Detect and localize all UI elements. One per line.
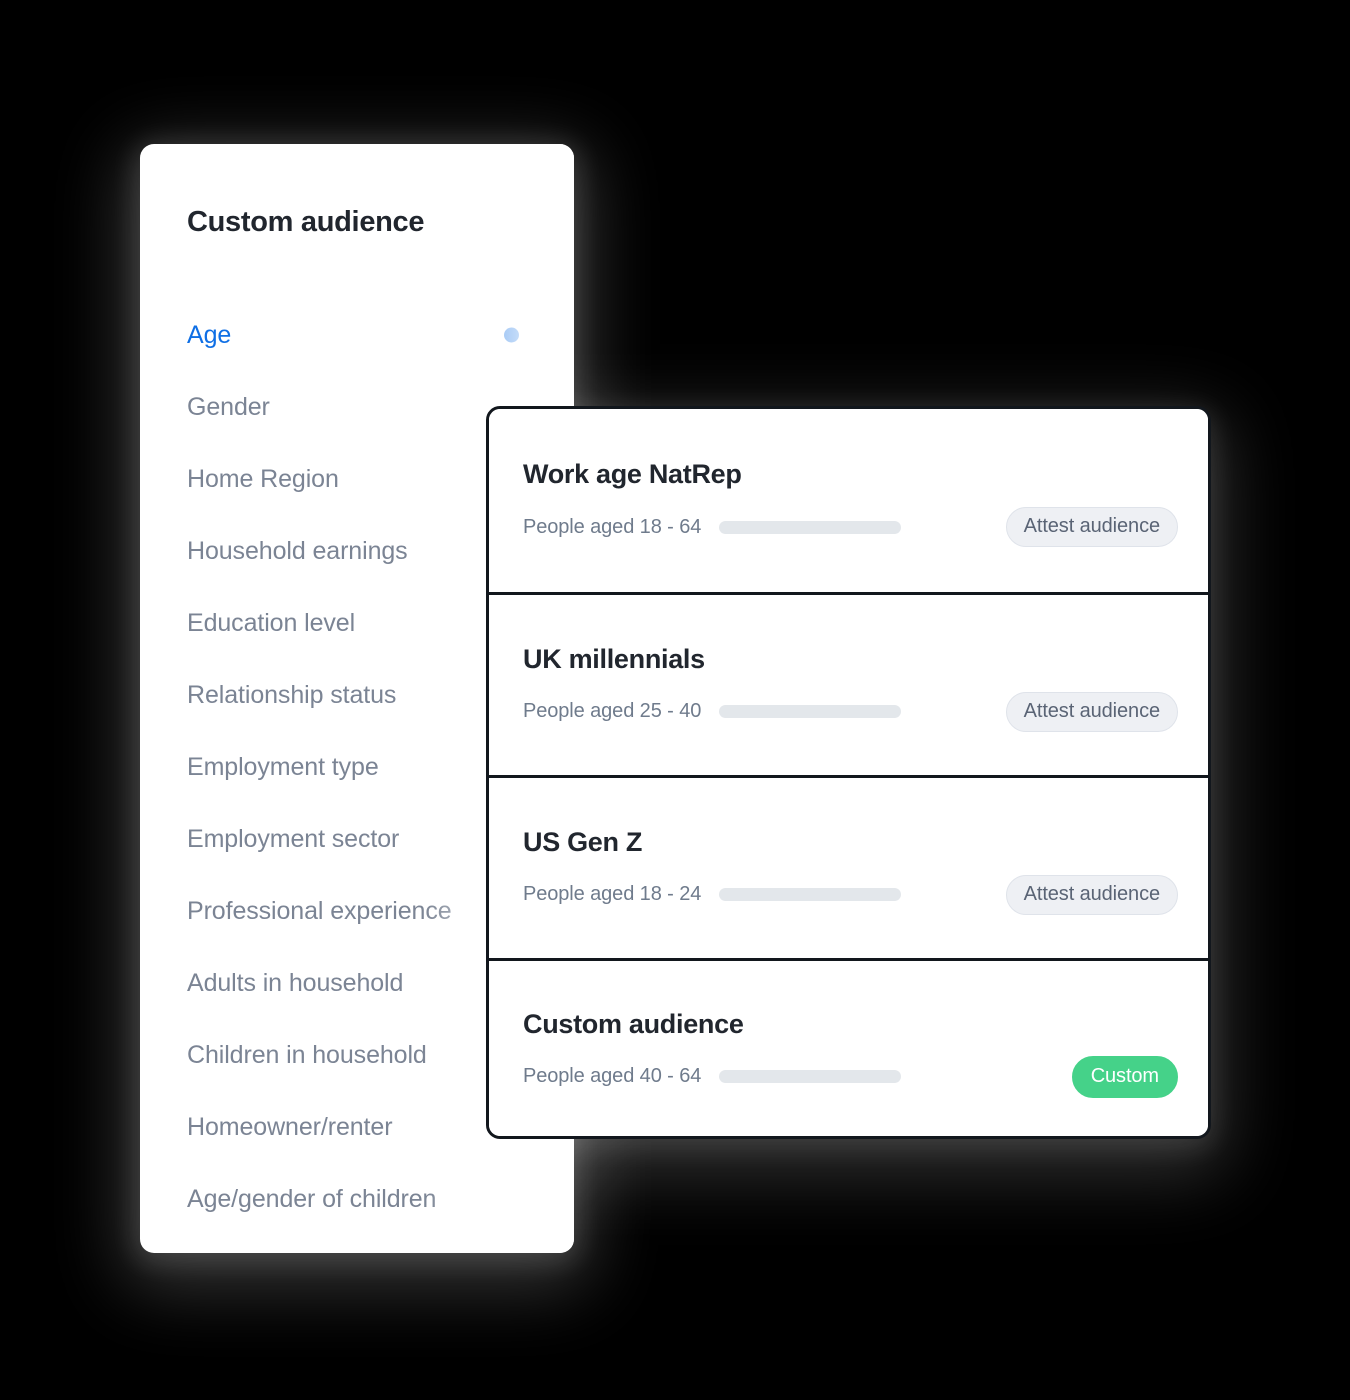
sidebar-item-age-gender-of-children[interactable]: Age/gender of children [187, 1163, 574, 1235]
attest-audience-badge[interactable]: Attest audience [1005, 507, 1178, 547]
sidebar-item-label: Children in household [187, 1040, 427, 1069]
sidebar-item-label: Age [187, 320, 232, 349]
sidebar-item-label: Employment sector [187, 824, 400, 853]
selected-indicator-dot-icon [504, 327, 519, 343]
audience-description: People aged 25 - 40 [523, 700, 702, 722]
loading-skeleton-bar [719, 705, 902, 718]
audience-name: UK millennials [523, 643, 705, 674]
audience-rows-container: Work age NatRep People aged 18 - 64 Attest… [489, 409, 1208, 1136]
audience-list-item[interactable]: Work age NatRep People aged 18 - 64 Attest… [489, 409, 1208, 592]
sidebar-item-label: Household earnings [187, 536, 408, 565]
audience-meta-row: People aged 40 - 64 Custom [523, 1055, 1178, 1098]
audience-list-panel: Work age NatRep People aged 18 - 64 Attest… [486, 406, 1211, 1139]
sidebar-item-label: Professional experience [187, 896, 452, 925]
loading-skeleton-bar [719, 520, 902, 534]
sidebar-item-label: Relationship status [187, 680, 397, 709]
sidebar-item-label: Age/gender of children [187, 1184, 437, 1213]
sidebar-item-label: Education level [187, 608, 356, 637]
loading-skeleton-bar [719, 1070, 902, 1083]
custom-badge[interactable]: Custom [1071, 1055, 1178, 1098]
audience-badge-slot: Attest audience [1005, 691, 1178, 732]
audience-name: Custom audience [523, 1008, 744, 1039]
sidebar-item-label: Employment type [187, 752, 379, 781]
audience-list-item[interactable]: Custom audience People aged 40 - 64 Custom [489, 958, 1208, 1136]
attest-audience-badge[interactable]: Attest audience [1005, 874, 1178, 915]
audience-description: People aged 18 - 64 [523, 515, 702, 538]
audience-badge-slot: Custom [1071, 1055, 1178, 1098]
audience-meta-row: People aged 18 - 64 Attest audience [523, 507, 1178, 547]
audience-description: People aged 18 - 24 [523, 883, 702, 905]
sidebar-item-label: Gender [187, 392, 270, 421]
audience-name: Work age NatRep [523, 459, 742, 489]
sidebar-item-label: Adults in household [187, 968, 404, 997]
audience-list-item[interactable]: UK millennials People aged 25 - 40 Attest … [489, 592, 1208, 775]
sidebar-item-age[interactable]: Age [187, 299, 574, 371]
sidebar-item-label: Home Region [187, 464, 339, 493]
screen-background: Custom audience Age Gender Home Region Hous… [0, 0, 1350, 1400]
audience-badge-slot: Attest audience [1005, 507, 1178, 547]
page-title: Custom audience [187, 206, 425, 238]
audience-name: US Gen Z [523, 826, 643, 857]
attest-audience-badge[interactable]: Attest audience [1005, 691, 1178, 732]
sidebar-item-label: Homeowner/renter [187, 1112, 393, 1141]
audience-list-item[interactable]: US Gen Z People aged 18 - 24 Attest audien… [489, 775, 1208, 958]
loading-skeleton-bar [719, 888, 902, 901]
audience-badge-slot: Attest audience [1005, 874, 1178, 915]
audience-meta-row: People aged 18 - 24 Attest audience [523, 874, 1178, 915]
audience-description: People aged 40 - 64 [523, 1065, 702, 1087]
audience-meta-row: People aged 25 - 40 Attest audience [523, 691, 1178, 732]
